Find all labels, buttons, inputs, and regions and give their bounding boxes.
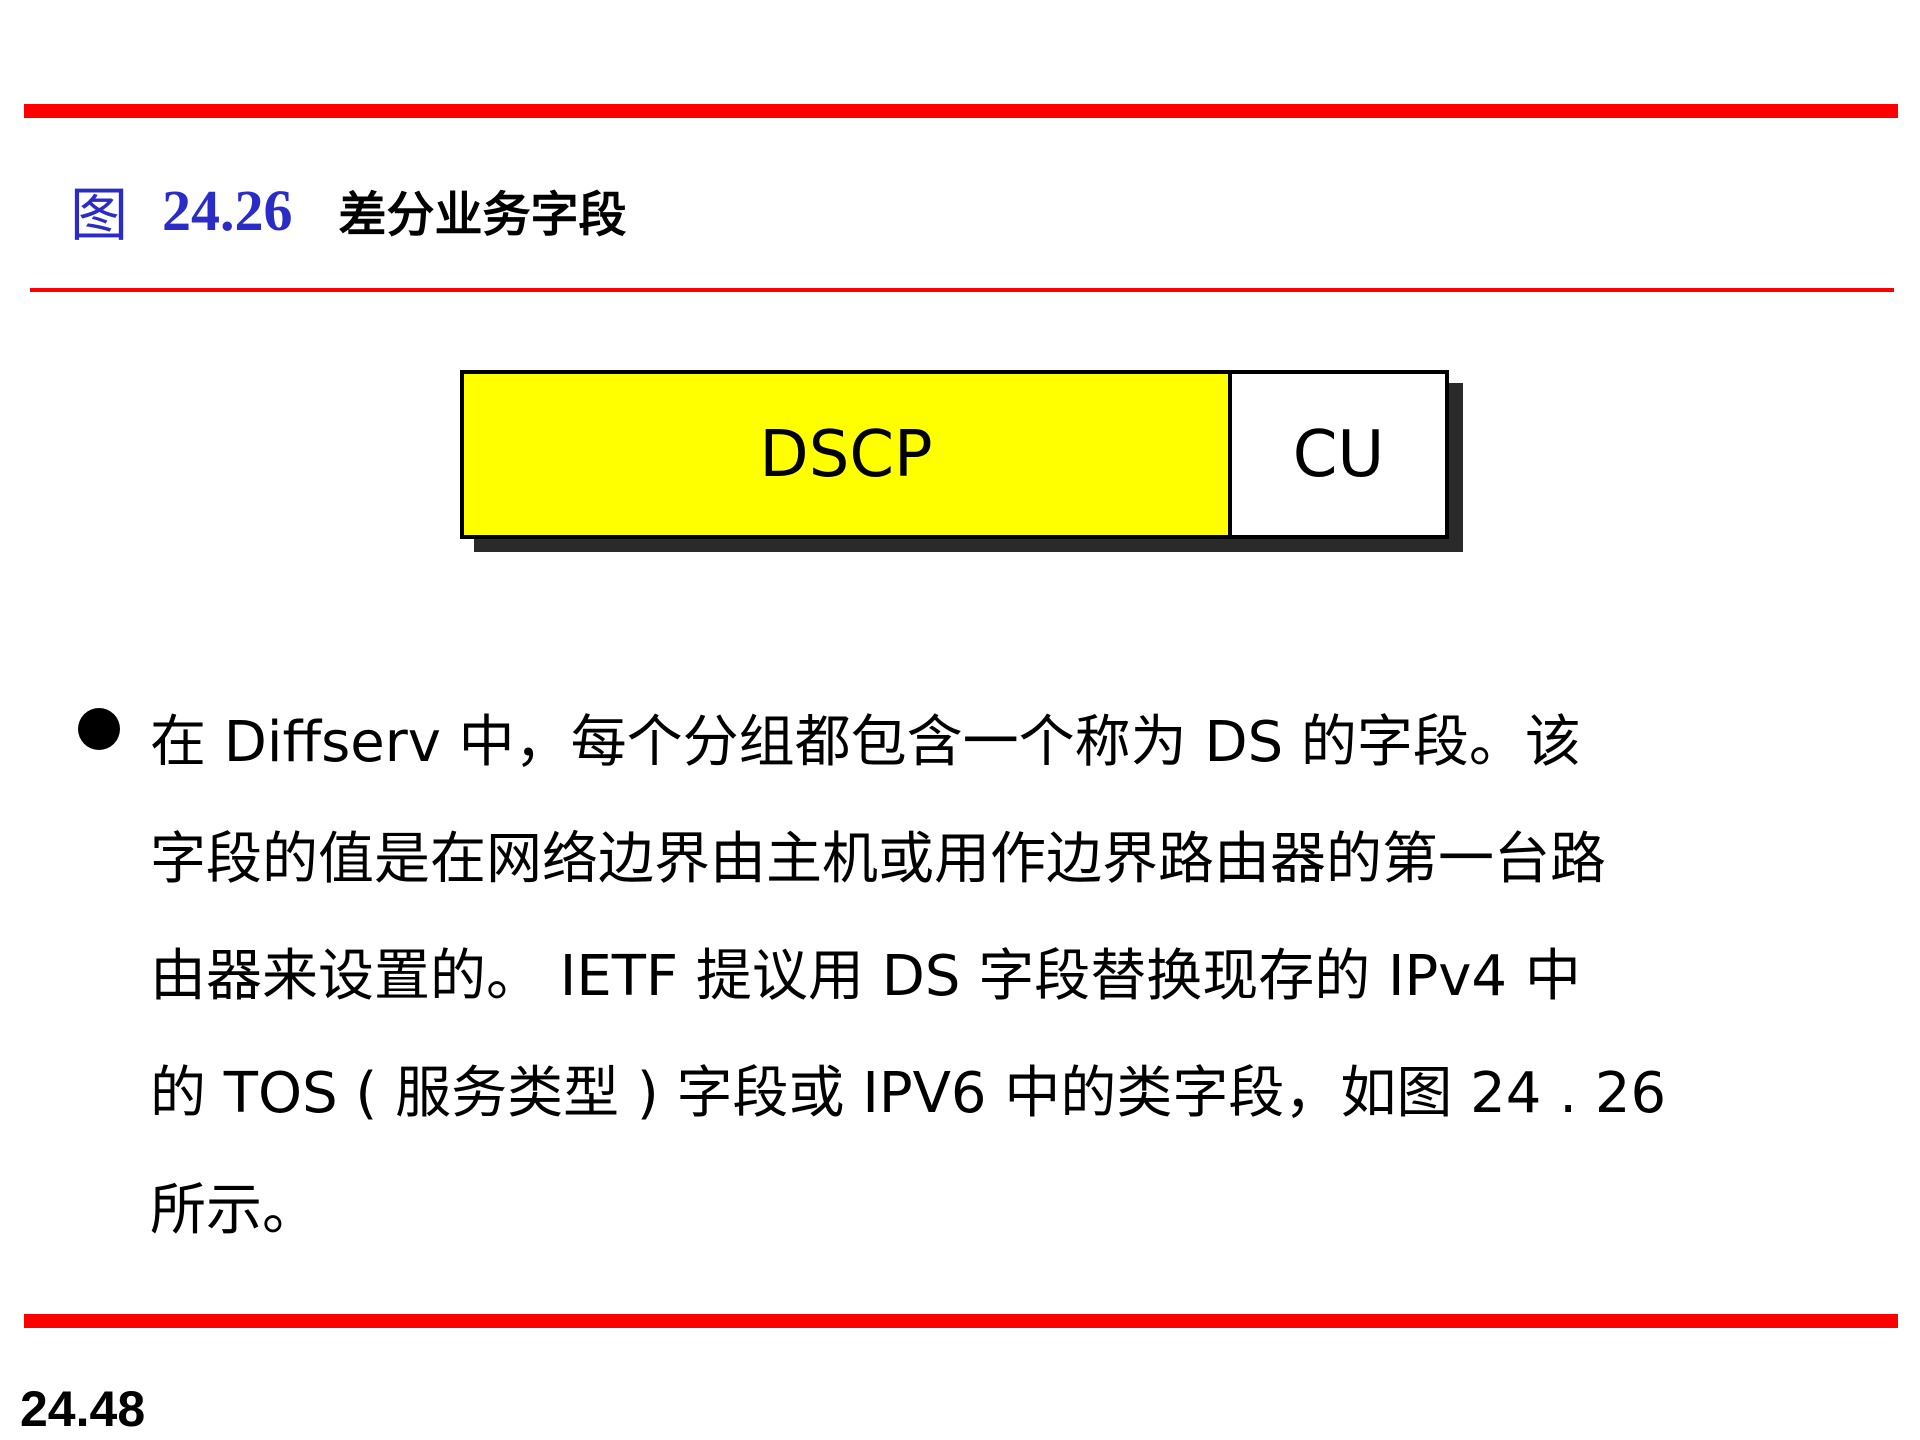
- ds-field-diagram: DSCP CU: [460, 370, 1449, 539]
- bullet-line: 所示。: [150, 1178, 318, 1243]
- figure-caption: 图 24.26 差分业务字段: [70, 170, 627, 250]
- bullet-line: 在 Diffserv 中，每个分组都包含一个称为 DS 的字段。该: [150, 710, 1581, 775]
- figure-number: 24.26: [162, 177, 293, 243]
- dscp-field: DSCP: [464, 374, 1232, 535]
- caption-divider: [30, 288, 1894, 292]
- bullet-line: 由器来设置的。 IETF 提议用 DS 字段替换现存的 IPv4 中: [150, 944, 1581, 1009]
- figure-label: 图: [70, 181, 129, 249]
- dscp-label: DSCP: [759, 417, 933, 492]
- page-number: 24.48: [20, 1381, 146, 1437]
- figure-title: 差分业务字段: [338, 187, 627, 243]
- top-divider: [24, 104, 1898, 118]
- cu-field: CU: [1232, 374, 1445, 535]
- bullet-paragraph: 在 Diffserv 中，每个分组都包含一个称为 DS 的字段。该 字段的值是在…: [150, 684, 1850, 1269]
- bullet-icon: [78, 708, 120, 750]
- bottom-divider: [24, 1314, 1898, 1328]
- cu-label: CU: [1292, 417, 1385, 492]
- bullet-line: 字段的值是在网络边界由主机或用作边界路由器的第一台路: [150, 827, 1606, 892]
- bullet-line: 的 TOS ( 服务类型 ) 字段或 IPV6 中的类字段，如图 24 . 26: [150, 1061, 1667, 1126]
